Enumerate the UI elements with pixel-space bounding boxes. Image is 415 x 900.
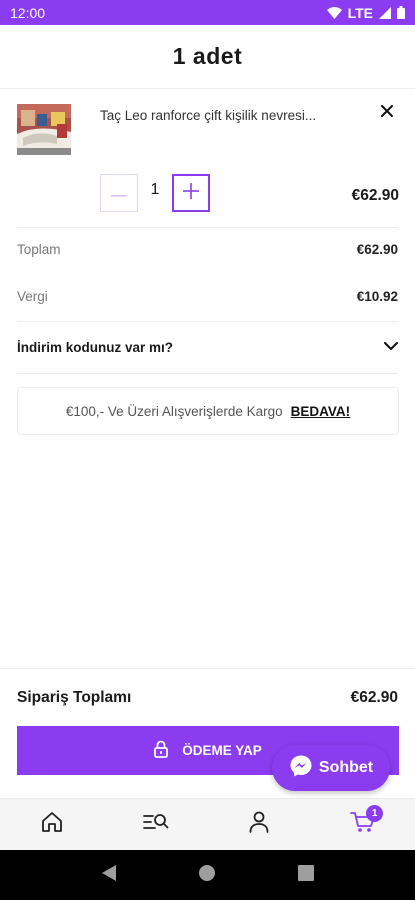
system-recents-button[interactable] bbox=[286, 855, 326, 895]
page-header: 1 adet bbox=[0, 25, 415, 89]
summary-total-label: Toplam bbox=[17, 242, 61, 257]
summary-tax-row: Vergi €10.92 bbox=[17, 289, 398, 304]
product-name[interactable]: Taç Leo ranforce çift kişilik nevresi... bbox=[100, 108, 350, 123]
order-total-row: Sipariş Toplamı €62.90 bbox=[0, 668, 415, 726]
chat-label: Sohbet bbox=[318, 759, 374, 776]
nav-categories[interactable] bbox=[126, 799, 186, 851]
chat-button[interactable]: Sohbet bbox=[272, 745, 390, 791]
shipping-banner: €100,- Ve Üzeri Alışverişlerde Kargo BED… bbox=[17, 387, 399, 435]
status-time: 12:00 bbox=[10, 4, 46, 21]
nav-account[interactable] bbox=[229, 799, 289, 851]
list-search-icon bbox=[142, 812, 169, 837]
summary-tax-label: Vergi bbox=[17, 289, 48, 304]
network-type: LTE bbox=[347, 4, 373, 21]
quantity-stepper: 1 bbox=[100, 174, 210, 212]
shipping-text: €100,- Ve Üzeri Alışverişlerde Kargo bbox=[65, 403, 283, 419]
wifi-icon bbox=[326, 6, 342, 19]
remove-item-button[interactable] bbox=[378, 104, 396, 122]
back-triangle-icon bbox=[101, 864, 117, 887]
user-icon bbox=[249, 811, 269, 838]
discount-label: İndirim kodunuz var mı? bbox=[17, 339, 174, 355]
order-total-value: €62.90 bbox=[350, 688, 398, 706]
plus-icon bbox=[183, 182, 199, 204]
product-image[interactable] bbox=[17, 104, 71, 155]
signal-icon bbox=[379, 6, 391, 19]
cart-badge: 1 bbox=[366, 804, 384, 822]
summary-tax-value: €10.92 bbox=[356, 289, 398, 304]
system-home-button[interactable] bbox=[187, 855, 227, 895]
divider bbox=[17, 227, 398, 228]
system-back-button[interactable] bbox=[89, 855, 129, 895]
quantity-value: 1 bbox=[150, 181, 160, 198]
decrement-button[interactable] bbox=[100, 174, 138, 212]
home-circle-icon bbox=[198, 864, 216, 887]
discount-code-toggle[interactable]: İndirim kodunuz var mı? bbox=[17, 336, 398, 358]
close-icon bbox=[381, 104, 393, 122]
battery-icon bbox=[397, 6, 405, 19]
order-total-label: Sipariş Toplamı bbox=[17, 688, 132, 706]
system-navigation-bar bbox=[0, 850, 415, 900]
divider bbox=[17, 373, 398, 374]
shipping-free-label: BEDAVA! bbox=[290, 403, 351, 419]
status-icons: LTE bbox=[326, 4, 405, 21]
summary-total-value: €62.90 bbox=[356, 242, 398, 257]
nav-cart[interactable]: 1 bbox=[333, 799, 393, 851]
nav-home[interactable] bbox=[22, 799, 82, 851]
cart-item: Taç Leo ranforce çift kişilik nevresi... bbox=[17, 104, 398, 156]
summary-total-row: Toplam €62.90 bbox=[17, 242, 398, 257]
page-title: 1 adet bbox=[172, 43, 243, 69]
chevron-down-icon bbox=[384, 338, 398, 356]
increment-button[interactable] bbox=[172, 174, 210, 212]
divider bbox=[17, 321, 398, 322]
minus-icon bbox=[111, 184, 127, 202]
item-price: €62.90 bbox=[351, 187, 399, 204]
lock-icon bbox=[154, 740, 169, 761]
messenger-icon bbox=[289, 754, 313, 783]
home-icon bbox=[41, 811, 63, 838]
checkout-label: ÖDEME YAP bbox=[182, 743, 262, 758]
status-bar: 12:00 LTE bbox=[0, 0, 415, 25]
bottom-navigation: 1 bbox=[0, 798, 415, 850]
recents-square-icon bbox=[297, 864, 314, 886]
